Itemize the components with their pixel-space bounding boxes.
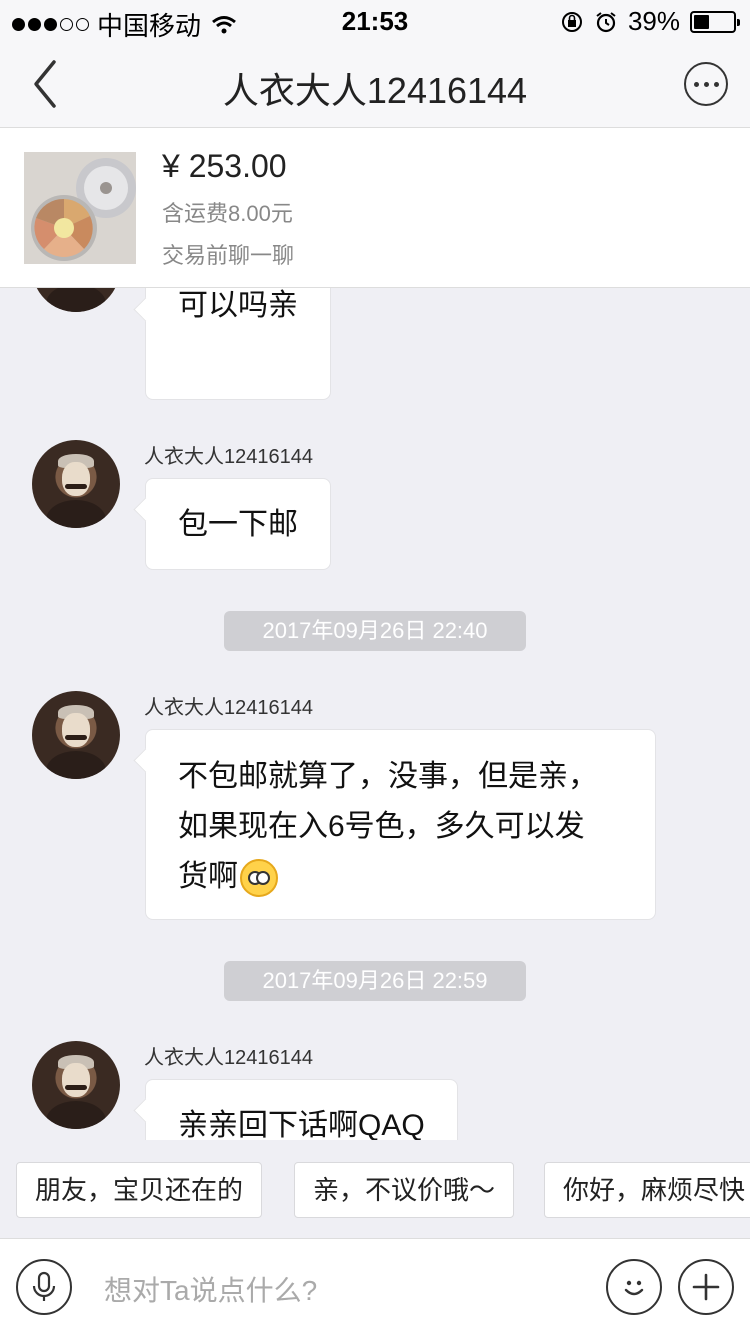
- quick-reply-button[interactable]: 你好，麻烦尽快: [544, 1162, 750, 1218]
- dot-icon: [713, 81, 719, 87]
- quick-replies: 朋友，宝贝还在的 亲，不议价哦～ 你好，麻烦尽快: [0, 1140, 750, 1238]
- emoji-button[interactable]: [606, 1259, 662, 1315]
- quick-reply-button[interactable]: 朋友，宝贝还在的: [16, 1162, 263, 1218]
- shipping-fee: 含运费8.00元: [162, 201, 293, 226]
- timestamp: 2017年09月26日 22:59: [224, 961, 526, 1001]
- timestamp: 2017年09月26日 22:40: [224, 611, 526, 651]
- sender-name: 人衣大人12416144: [144, 1047, 313, 1069]
- nav-bar: 人衣大人12416144: [0, 40, 750, 128]
- sender-name: 人衣大人12416144: [144, 697, 313, 719]
- quick-reply-button[interactable]: 亲，不议价哦～: [294, 1162, 515, 1218]
- microphone-icon: [32, 1271, 56, 1301]
- message-text-with-emoji: 货啊: [178, 852, 623, 902]
- message-bubble[interactable]: 不包邮就算了，没事，但是亲， 如果现在入6号色，多久可以发 货啊: [145, 729, 656, 920]
- avatar[interactable]: [32, 288, 120, 312]
- product-price: ¥ 253.00: [162, 148, 287, 184]
- alarm-icon: [596, 11, 616, 32]
- eyeshadow-palette-image: [24, 152, 136, 264]
- chat-before-trade-label: 交易前聊一聊: [162, 243, 295, 268]
- smiley-icon: [624, 1280, 644, 1296]
- surprised-emoji-icon: [240, 859, 278, 898]
- dot-icon: [703, 81, 709, 87]
- message-text: 可以吗亲: [178, 289, 298, 322]
- more-actions-button[interactable]: [678, 1259, 734, 1315]
- message-text: 包一下邮: [178, 508, 298, 541]
- chat-messages[interactable]: 可以吗亲 人衣大人12416144 包一下邮 2017年09月26日 22:40…: [0, 288, 750, 1140]
- battery-icon: [690, 10, 740, 33]
- rotation-lock-icon: [561, 11, 582, 32]
- battery-percent: 39%: [627, 6, 680, 36]
- status-bar: 中国移动 21:53 39%: [0, 0, 750, 41]
- avatar[interactable]: [32, 691, 120, 779]
- dot-icon: [693, 81, 699, 87]
- more-options-button[interactable]: [684, 62, 728, 106]
- message-input[interactable]: 想对Ta说点什么?: [104, 1269, 317, 1309]
- avatar[interactable]: [32, 1041, 120, 1129]
- message-bubble[interactable]: 可以吗亲: [145, 288, 331, 400]
- plus-icon: [692, 1273, 720, 1301]
- input-bar: 想对Ta说点什么?: [0, 1238, 750, 1334]
- message-text: 不包邮就算了，没事，但是亲，: [178, 760, 598, 793]
- message-bubble[interactable]: 包一下邮: [145, 478, 331, 570]
- message-text: 如果现在入6号色，多久可以发: [178, 810, 585, 843]
- product-card[interactable]: ¥ 253.00 含运费8.00元 交易前聊一聊: [0, 128, 750, 288]
- page-title: 人衣大人12416144: [222, 70, 528, 111]
- avatar[interactable]: [32, 440, 120, 528]
- message-text: 亲亲回下话啊QAQ: [178, 1109, 425, 1140]
- product-thumbnail[interactable]: [24, 152, 136, 264]
- message-bubble[interactable]: 亲亲回下话啊QAQ: [145, 1079, 458, 1140]
- sender-name: 人衣大人12416144: [144, 446, 313, 468]
- voice-input-button[interactable]: [16, 1259, 72, 1315]
